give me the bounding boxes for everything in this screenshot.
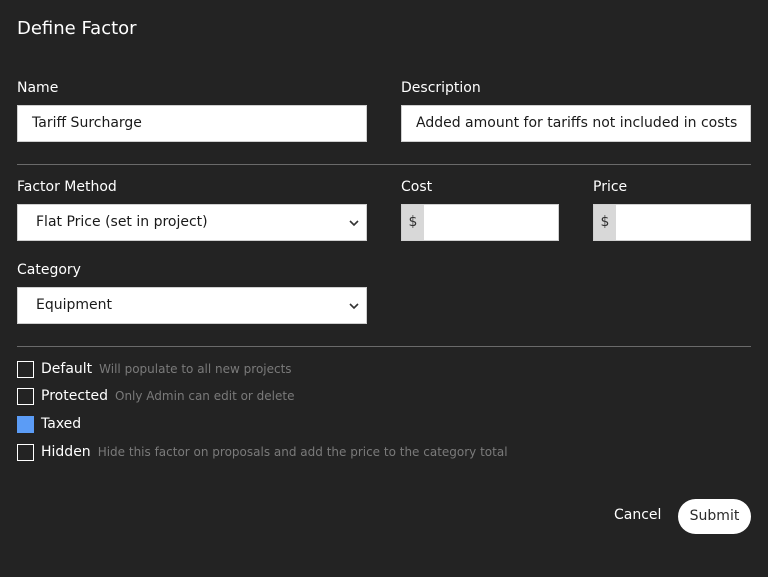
chevron-down-icon	[349, 303, 359, 310]
default-label: Default	[41, 361, 93, 377]
cancel-button[interactable]: Cancel	[614, 507, 661, 523]
hidden-option[interactable]: Hidden Hide this factor on proposals and…	[17, 443, 508, 461]
description-label: Description	[401, 80, 481, 96]
default-checkbox[interactable]	[17, 360, 34, 378]
category-select[interactable]: Equipment	[17, 287, 367, 324]
define-factor-dialog: Define Factor Name Tariff Surcharge Desc…	[0, 0, 768, 577]
taxed-label: Taxed	[41, 416, 82, 432]
submit-button[interactable]: Submit	[678, 499, 751, 534]
divider	[17, 164, 751, 165]
protected-hint: Only Admin can edit or delete	[115, 389, 295, 403]
cost-label: Cost	[401, 179, 433, 195]
dialog-title: Define Factor	[17, 18, 137, 39]
default-option[interactable]: Default Will populate to all new project…	[17, 360, 292, 378]
factor-method-select[interactable]: Flat Price (set in project)	[17, 204, 367, 241]
category-value: Equipment	[36, 297, 112, 313]
factor-method-value: Flat Price (set in project)	[36, 214, 208, 230]
hidden-checkbox[interactable]	[17, 443, 34, 461]
taxed-checkbox[interactable]	[17, 415, 34, 433]
name-label: Name	[17, 80, 59, 96]
hidden-label: Hidden	[41, 444, 91, 460]
category-label: Category	[17, 262, 81, 278]
chevron-down-icon	[349, 220, 359, 227]
taxed-option[interactable]: Taxed	[17, 415, 88, 433]
currency-prefix: $	[402, 205, 424, 240]
hidden-hint: Hide this factor on proposals and add th…	[97, 445, 508, 459]
factor-method-label: Factor Method	[17, 179, 117, 195]
price-input[interactable]: $	[593, 204, 751, 241]
divider	[17, 346, 751, 347]
protected-label: Protected	[41, 388, 108, 404]
currency-prefix: $	[594, 205, 616, 240]
description-input[interactable]: Added amount for tariffs not included in…	[401, 105, 751, 142]
protected-option[interactable]: Protected Only Admin can edit or delete	[17, 387, 294, 405]
name-input[interactable]: Tariff Surcharge	[17, 105, 367, 142]
cost-input[interactable]: $	[401, 204, 559, 241]
protected-checkbox[interactable]	[17, 387, 34, 405]
default-hint: Will populate to all new projects	[99, 362, 292, 376]
price-label: Price	[593, 179, 628, 195]
